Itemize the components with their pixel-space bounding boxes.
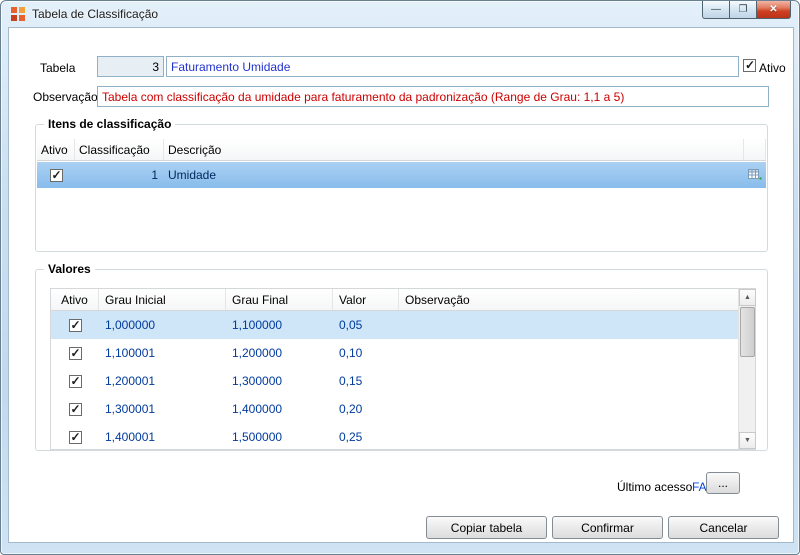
window-title: Tabela de Classificação (32, 7, 159, 21)
title-bar[interactable]: Tabela de Classificação — ❐ ✕ (1, 1, 799, 27)
add-item-icon[interactable] (744, 168, 766, 183)
valores-row-checkbox[interactable] (68, 430, 82, 444)
caption-buttons: — ❐ ✕ (702, 1, 791, 19)
tabela-name-input[interactable] (166, 56, 739, 77)
confirmar-button[interactable]: Confirmar (552, 516, 663, 539)
valores-row-checkbox[interactable] (68, 318, 82, 332)
maximize-button[interactable]: ❐ (729, 1, 756, 19)
minimize-button[interactable]: — (702, 1, 729, 19)
valores-col-grau-final: Grau Final (226, 289, 333, 310)
observacao-label: Observação (33, 90, 98, 104)
valores-col-observacao: Observação (399, 289, 739, 310)
tabela-id-input[interactable] (97, 56, 164, 77)
valores-table-header: Ativo Grau Inicial Grau Final Valor Obse… (51, 289, 739, 311)
scrollbar-thumb[interactable] (740, 307, 755, 357)
scrollbar-up-icon[interactable]: ▲ (739, 289, 756, 306)
cancelar-button[interactable]: Cancelar (668, 516, 779, 539)
ultimo-acesso-label: Último acesso (617, 480, 693, 494)
itens-col-ativo: Ativo (37, 139, 75, 160)
valores-row[interactable]: 1,200001 1,300000 0,15 (51, 367, 739, 395)
valores-cell-valor: 0,20 (339, 402, 363, 416)
valores-scrollbar[interactable]: ▲ ▼ (738, 289, 756, 449)
valores-row[interactable]: 1,400001 1,500000 0,25 (51, 423, 739, 451)
valores-cell-grau-final: 1,300000 (232, 374, 283, 388)
ativo-checkbox[interactable] (743, 58, 756, 72)
valores-cell-grau-inicial: 1,200001 (105, 374, 156, 388)
valores-cell-valor: 0,15 (339, 374, 363, 388)
valores-col-grau-inicial: Grau Inicial (99, 289, 226, 310)
valores-cell-grau-inicial: 1,400001 (105, 430, 156, 444)
valores-group-title: Valores (44, 262, 95, 276)
valores-col-ativo: Ativo (51, 289, 99, 310)
valores-row[interactable]: 1,000000 1,100000 0,05 (51, 311, 739, 339)
app-icon (11, 7, 25, 21)
valores-cell-grau-inicial: 1,300001 (105, 402, 156, 416)
itens-col-descricao: Descrição (164, 139, 744, 160)
observacao-input[interactable] (97, 86, 769, 107)
more-button[interactable]: ... (706, 472, 740, 494)
itens-row-classificacao: 1 (151, 168, 158, 182)
valores-row[interactable]: 1,100001 1,200000 0,10 (51, 339, 739, 367)
valores-row-checkbox[interactable] (68, 402, 82, 416)
itens-table-row[interactable]: 1 Umidade (37, 162, 766, 188)
itens-group-title: Itens de classificação (44, 117, 176, 131)
itens-row-checkbox[interactable] (49, 168, 63, 182)
scrollbar-down-icon[interactable]: ▼ (739, 432, 756, 449)
valores-group: Valores Ativo Grau Inicial Grau Final Va… (35, 262, 768, 451)
tabela-label: Tabela (40, 61, 76, 75)
dialog-window: Tabela de Classificação — ❐ ✕ Tabela Ati… (0, 0, 800, 555)
valores-cell-grau-final: 1,400000 (232, 402, 283, 416)
valores-row-checkbox[interactable] (68, 346, 82, 360)
valores-cell-valor: 0,10 (339, 346, 363, 360)
itens-col-actions (744, 139, 766, 160)
copiar-tabela-button[interactable]: Copiar tabela (426, 516, 547, 539)
itens-col-classificacao: Classificação (75, 139, 164, 160)
itens-table-header: Ativo Classificação Descrição (37, 139, 766, 161)
valores-cell-grau-inicial: 1,000000 (105, 318, 156, 332)
close-button[interactable]: ✕ (756, 1, 791, 19)
dialog-content: Tabela Ativo Observação Itens de classif… (8, 27, 794, 543)
valores-row[interactable]: 1,300001 1,400000 0,20 (51, 395, 739, 423)
valores-cell-grau-final: 1,100000 (232, 318, 283, 332)
valores-row-checkbox[interactable] (68, 374, 82, 388)
valores-cell-grau-final: 1,200000 (232, 346, 283, 360)
valores-cell-grau-inicial: 1,100001 (105, 346, 156, 360)
valores-cell-valor: 0,25 (339, 430, 363, 444)
ativo-label: Ativo (759, 61, 786, 75)
valores-cell-grau-final: 1,500000 (232, 430, 283, 444)
itens-row-descricao: Umidade (168, 168, 217, 182)
valores-cell-valor: 0,05 (339, 318, 363, 332)
valores-table: Ativo Grau Inicial Grau Final Valor Obse… (50, 288, 756, 450)
itens-group: Itens de classificação Ativo Classificaç… (35, 117, 768, 252)
valores-col-valor: Valor (333, 289, 399, 310)
